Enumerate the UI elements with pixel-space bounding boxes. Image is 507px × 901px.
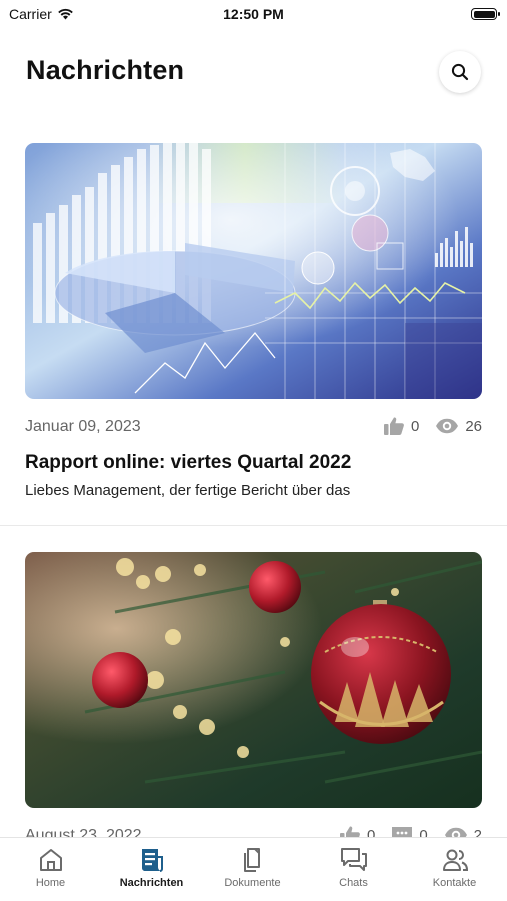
tab-label: Chats	[339, 877, 368, 889]
christmas-ornament-image[interactable]	[25, 552, 482, 808]
search-button[interactable]	[439, 51, 481, 93]
news-icon	[141, 849, 163, 872]
article-date: Januar 09, 2023	[25, 418, 141, 435]
tab-kontakte[interactable]: Kontakte	[404, 838, 505, 901]
article-meta: Januar 09, 2023 0 26	[25, 416, 482, 438]
contacts-icon	[442, 849, 468, 871]
tab-label: Dokumente	[224, 877, 281, 889]
tab-chats[interactable]: Chats	[303, 838, 404, 901]
thumbs-up-icon	[383, 417, 404, 435]
news-card[interactable]: August 23, 2022 0 0 2	[0, 526, 507, 837]
tab-nachrichten[interactable]: Nachrichten	[101, 838, 202, 901]
tab-dokumente[interactable]: Dokumente	[202, 838, 303, 901]
search-icon	[451, 63, 469, 81]
likes-count: 0	[366, 826, 376, 838]
article-stats: 0 26	[383, 416, 482, 436]
news-card[interactable]: Januar 09, 2023 0 26 Rapport online: vie…	[0, 125, 507, 525]
views-count: 26	[465, 417, 482, 435]
eye-icon	[436, 418, 459, 434]
likes-count: 0	[410, 417, 420, 435]
tab-bar: Home Nachrichten Dokumente Chats Kontakt…	[0, 837, 507, 901]
tab-home[interactable]: Home	[0, 838, 101, 901]
news-feed[interactable]: Januar 09, 2023 0 26 Rapport online: vie…	[0, 125, 507, 837]
status-time: 12:50 PM	[223, 6, 284, 22]
tab-label: Kontakte	[432, 877, 477, 889]
home-icon	[39, 849, 62, 871]
article-title[interactable]: Rapport online: viertes Quartal 2022	[25, 452, 351, 474]
article-meta: August 23, 2022 0 0 2	[25, 825, 482, 837]
status-bar: Carrier 12:50 PM	[0, 0, 507, 30]
comments-count: 0	[419, 826, 428, 838]
comment-icon	[392, 827, 413, 837]
page-title: Nachrichten	[26, 55, 185, 85]
thumbs-up-icon	[339, 826, 360, 837]
business-charts-image[interactable]	[25, 143, 482, 399]
views-count: 2	[473, 826, 482, 838]
article-stats: 0 0 2	[339, 825, 482, 837]
article-excerpt: Liebes Management, der fertige Bericht ü…	[25, 482, 351, 499]
chats-icon	[340, 848, 367, 871]
tab-label: Home	[35, 877, 66, 889]
documents-icon	[243, 848, 260, 872]
eye-icon	[444, 827, 467, 837]
article-date: August 23, 2022	[25, 827, 142, 837]
battery-icon	[471, 8, 500, 20]
tab-label: Nachrichten	[119, 877, 184, 889]
